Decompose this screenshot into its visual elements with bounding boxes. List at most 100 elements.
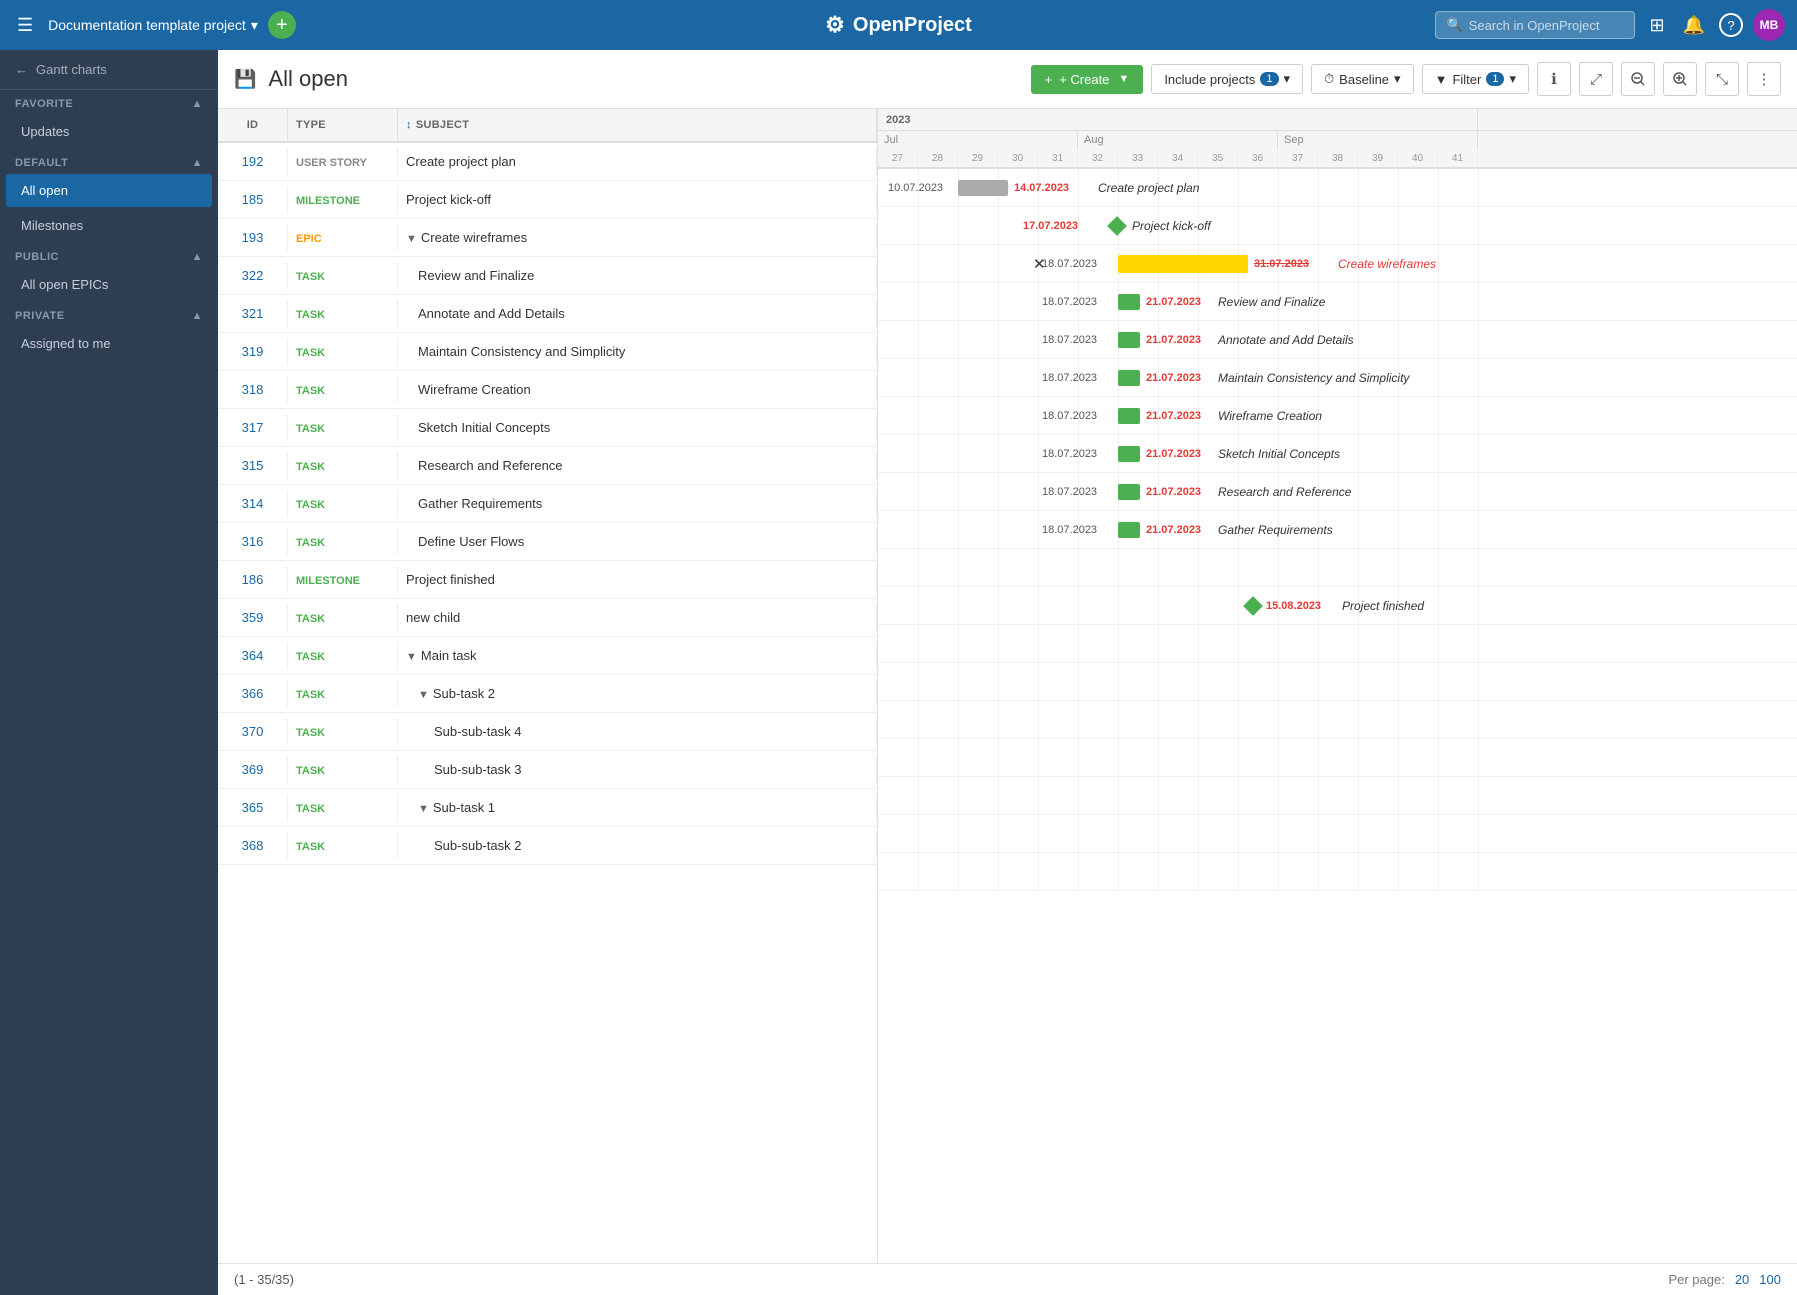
menu-icon[interactable]: ☰ [12, 10, 38, 41]
sidebar-back-button[interactable]: ← Gantt charts [0, 50, 218, 90]
gantt-bar[interactable] [1118, 484, 1140, 500]
cell-subject[interactable]: Research and Reference [398, 452, 877, 479]
gantt-bar[interactable] [1118, 522, 1140, 538]
cell-type: USER STORY [288, 148, 398, 175]
sidebar-section-private[interactable]: PRIVATE ▲ [0, 302, 218, 326]
cell-subject[interactable]: Define User Flows [398, 528, 877, 555]
zoom-out-button[interactable] [1621, 62, 1655, 96]
cell-subject[interactable]: Wireframe Creation [398, 376, 877, 403]
cell-subject[interactable]: Project finished [398, 566, 877, 593]
gantt-date-label: 10.07.2023 [888, 182, 943, 194]
quick-add-button[interactable]: + [268, 11, 296, 39]
avatar[interactable]: MB [1753, 9, 1785, 41]
cell-id[interactable]: 319 [218, 338, 288, 365]
gantt-bar[interactable] [1118, 255, 1248, 273]
cell-id[interactable]: 364 [218, 642, 288, 669]
cell-subject[interactable]: Gather Requirements [398, 490, 877, 517]
collapse-icon[interactable]: ▼ [406, 651, 417, 663]
cell-id[interactable]: 185 [218, 186, 288, 213]
cell-subject[interactable]: ▼Sub-task 1 [398, 794, 877, 821]
cell-id[interactable]: 322 [218, 262, 288, 289]
create-button[interactable]: + + Create ▼ [1031, 65, 1144, 94]
gantt-month-sep: Sep [1278, 131, 1478, 149]
cell-subject[interactable]: Review and Finalize [398, 262, 877, 289]
cell-id[interactable]: 368 [218, 832, 288, 859]
grid-icon[interactable]: ⊞ [1645, 11, 1668, 40]
gantt-task-label: Maintain Consistency and Simplicity [1218, 371, 1409, 385]
collapse-icon[interactable]: ▼ [418, 689, 429, 701]
cell-subject[interactable]: Maintain Consistency and Simplicity [398, 338, 877, 365]
sidebar-section-favorite[interactable]: FAVORITE ▲ [0, 90, 218, 114]
cell-id[interactable]: 370 [218, 718, 288, 745]
collapse-icon[interactable]: ▼ [418, 803, 429, 815]
per-page-20[interactable]: 20 [1735, 1272, 1749, 1287]
subject-sort-icon[interactable]: ↕ [406, 119, 412, 131]
table-row: 185 MILESTONE Project kick-off [218, 181, 877, 219]
cell-subject[interactable]: ▼Create wireframes [398, 224, 877, 251]
cell-subject[interactable]: ▼Main task [398, 642, 877, 669]
cell-id[interactable]: 318 [218, 376, 288, 403]
gantt-week: 27 [878, 149, 918, 167]
gantt-date-label: 18.07.2023 [1042, 334, 1097, 346]
per-page-100[interactable]: 100 [1759, 1272, 1781, 1287]
cell-id[interactable]: 314 [218, 490, 288, 517]
more-button[interactable]: ⋮ [1747, 62, 1781, 96]
cell-id[interactable]: 186 [218, 566, 288, 593]
gantt-bar[interactable] [1118, 370, 1140, 386]
bell-icon[interactable]: 🔔 [1679, 11, 1709, 40]
zoom-in-button[interactable] [1663, 62, 1697, 96]
gantt-date-label: 18.07.2023 [1042, 410, 1097, 422]
sidebar-item-all-open-epics[interactable]: All open EPICs [6, 268, 212, 301]
cell-id[interactable]: 317 [218, 414, 288, 441]
gantt-body: 10.07.2023 14.07.2023 Create project pla… [878, 169, 1797, 891]
cell-subject[interactable]: Sub-sub-task 2 [398, 832, 877, 859]
fit-button[interactable]: ⤡ [1705, 62, 1739, 96]
cell-subject[interactable]: Create project plan [398, 148, 877, 175]
cell-id[interactable]: 315 [218, 452, 288, 479]
filter-button[interactable]: ▼ Filter 1 ▾ [1422, 64, 1529, 94]
gantt-row [878, 853, 1797, 891]
cell-id[interactable]: 366 [218, 680, 288, 707]
baseline-button[interactable]: ⏱ Baseline ▾ [1311, 64, 1414, 94]
help-icon[interactable]: ? [1719, 13, 1743, 37]
cell-id[interactable]: 359 [218, 604, 288, 631]
cell-type: TASK [288, 604, 398, 631]
cell-id[interactable]: 369 [218, 756, 288, 783]
gantt-bar[interactable] [1118, 332, 1140, 348]
gantt-row [878, 701, 1797, 739]
cell-id[interactable]: 193 [218, 224, 288, 251]
include-projects-button[interactable]: Include projects 1 ▾ [1151, 64, 1303, 94]
sidebar-item-updates[interactable]: Updates [6, 115, 212, 148]
sidebar-item-all-open[interactable]: All open [6, 174, 212, 207]
cell-subject[interactable]: new child [398, 604, 877, 631]
sidebar-section-public[interactable]: PUBLIC ▲ [0, 243, 218, 267]
gantt-bar[interactable] [1118, 446, 1140, 462]
search-bar[interactable]: 🔍 Search in OpenProject [1435, 11, 1635, 39]
cell-subject[interactable]: Sketch Initial Concepts [398, 414, 877, 441]
project-name[interactable]: Documentation template project ▾ [48, 17, 258, 34]
cell-id[interactable]: 192 [218, 148, 288, 175]
sidebar-section-default[interactable]: DEFAULT ▲ [0, 149, 218, 173]
cell-subject[interactable]: Annotate and Add Details [398, 300, 877, 327]
table-header: ID TYPE ↕ SUBJECT [218, 109, 877, 143]
cell-id[interactable]: 316 [218, 528, 288, 555]
cell-type: TASK [288, 718, 398, 745]
gantt-bar[interactable] [958, 180, 1008, 196]
toolbar-buttons: + + Create ▼ Include projects 1 ▾ ⏱ Base… [1031, 62, 1781, 96]
fullscreen-button[interactable]: ⤢ [1579, 62, 1613, 96]
cell-subject[interactable]: Project kick-off [398, 186, 877, 213]
cell-id[interactable]: 365 [218, 794, 288, 821]
sidebar-item-assigned-to-me[interactable]: Assigned to me [6, 327, 212, 360]
cell-subject[interactable]: ▼Sub-task 2 [398, 680, 877, 707]
table-row: 192 USER STORY Create project plan [218, 143, 877, 181]
info-button[interactable]: ℹ [1537, 62, 1571, 96]
gantt-bar[interactable] [1118, 408, 1140, 424]
collapse-icon[interactable]: ▼ [406, 233, 417, 245]
cell-subject[interactable]: Sub-sub-task 4 [398, 718, 877, 745]
cell-subject[interactable]: Sub-sub-task 3 [398, 756, 877, 783]
sidebar-item-milestones[interactable]: Milestones [6, 209, 212, 242]
table-row: 370 TASK Sub-sub-task 4 [218, 713, 877, 751]
cell-id[interactable]: 321 [218, 300, 288, 327]
gantt-bar[interactable] [1118, 294, 1140, 310]
gantt-row: 18.07.2023 21.07.2023 Sketch Initial Con… [878, 435, 1797, 473]
